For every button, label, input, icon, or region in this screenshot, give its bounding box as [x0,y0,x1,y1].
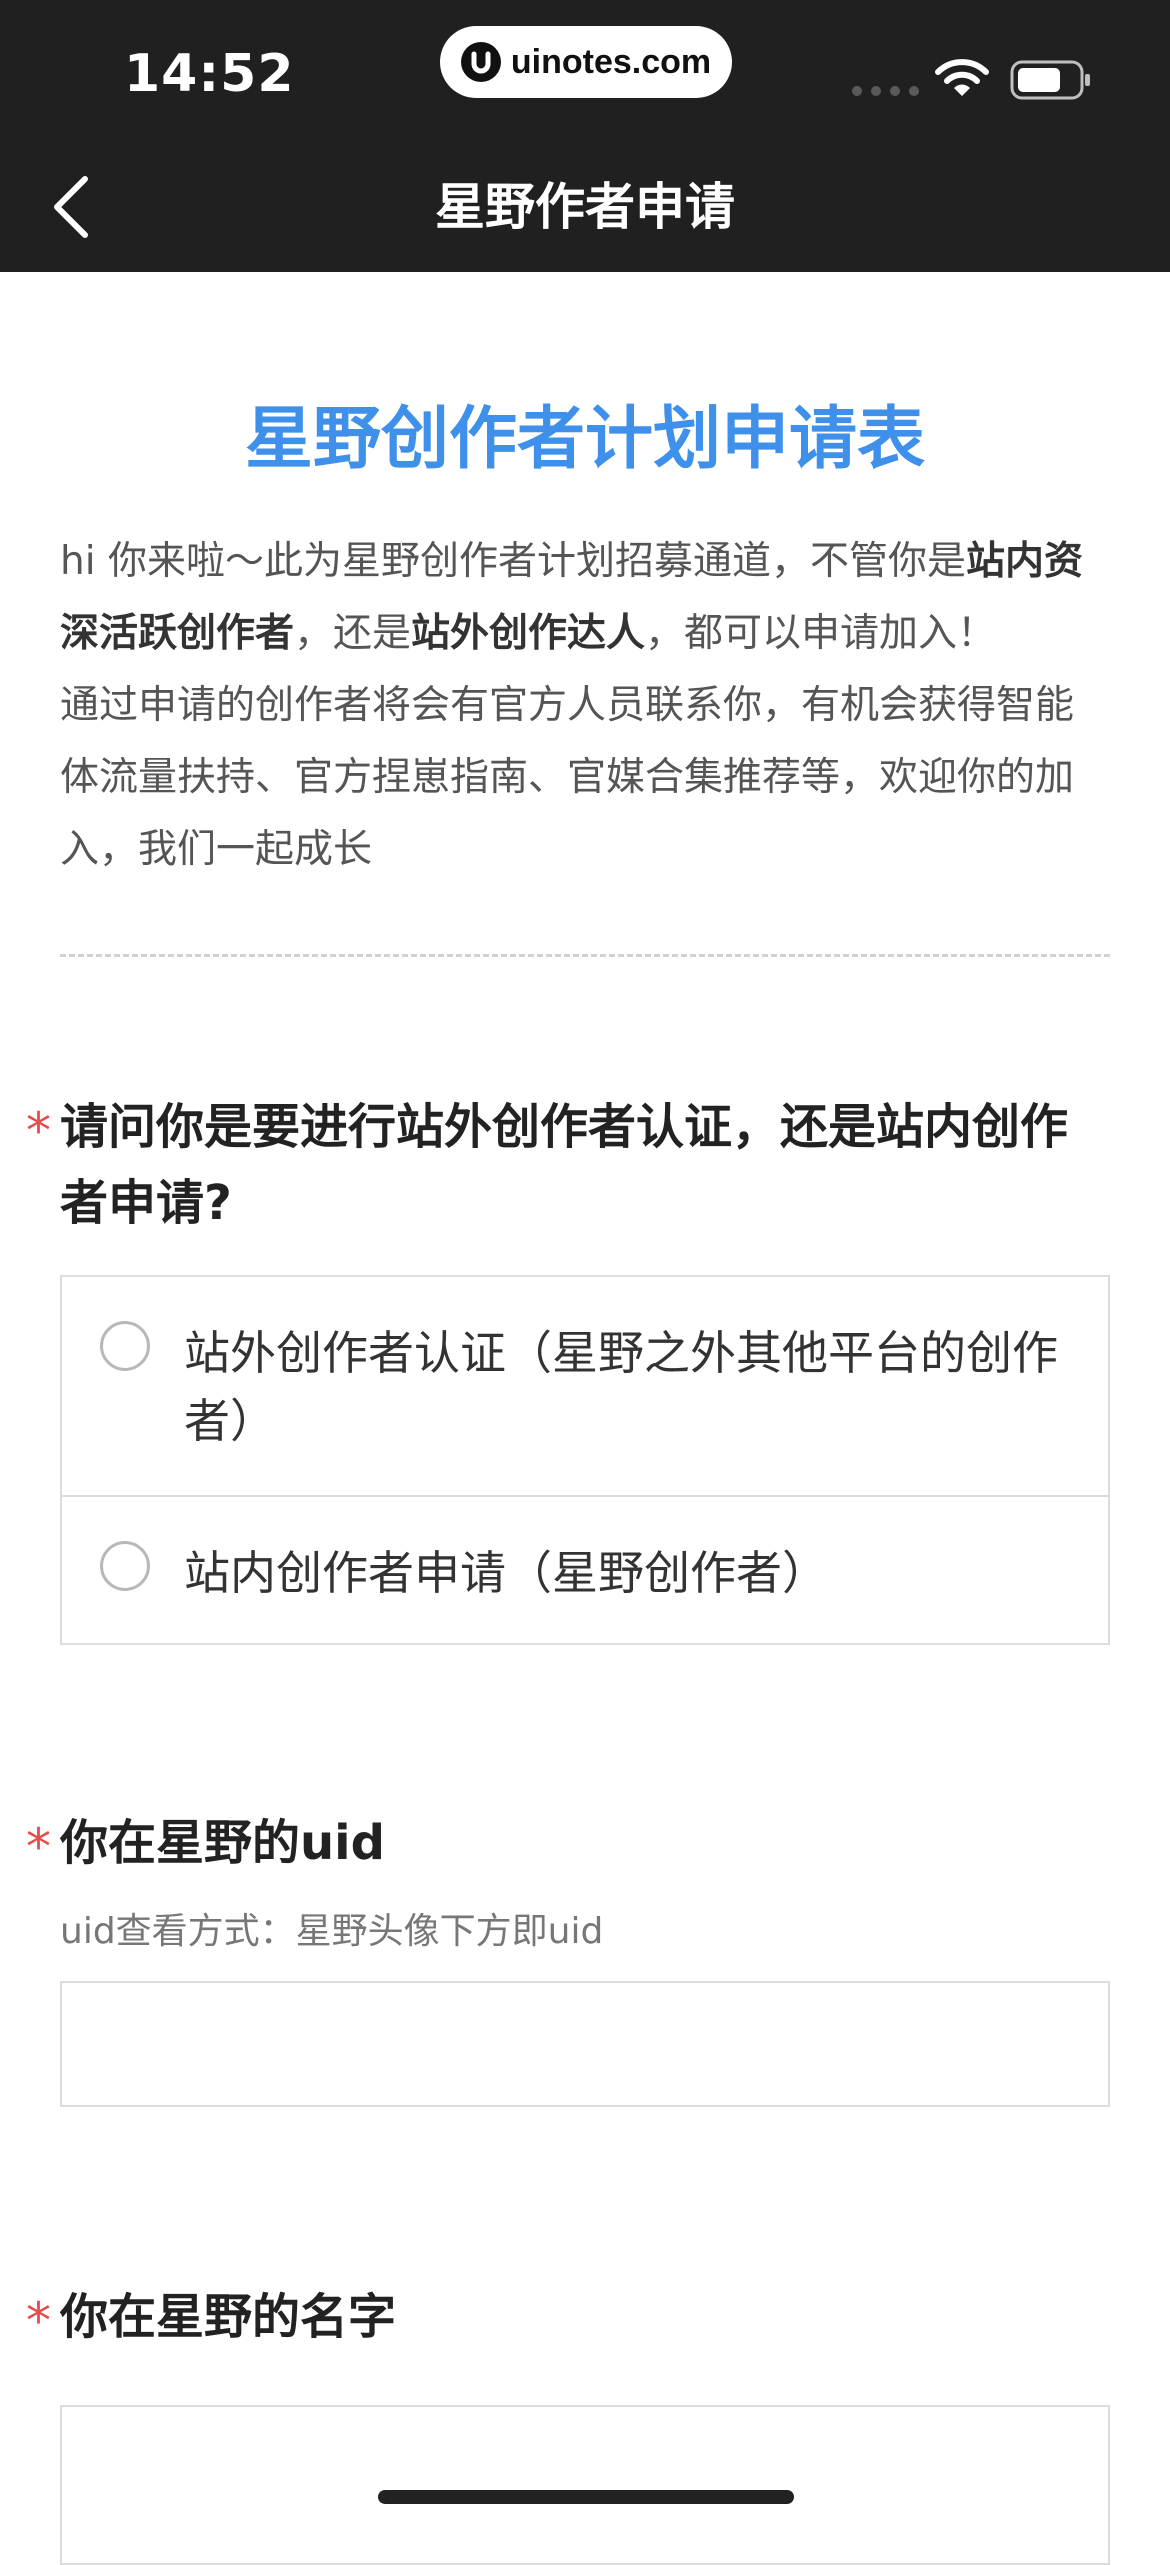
required-mark: * [26,1102,51,1160]
form-content: 星野创作者计划申请表 hi 你来啦～此为星野创作者计划招募通道，不管你是站内资深… [26,272,1110,2565]
form-title: 星野创作者计划申请表 [244,400,925,479]
url-text: uinotes.com [510,42,712,81]
battery-icon [1010,60,1092,104]
signal-icon [852,86,919,96]
top-bar: 14:52 uinotes.com 星野作者申请 [0,0,1170,272]
question-uid: * 你在星野的uid [26,1805,1110,1881]
question-label: 你在星野的uid [60,1815,385,1871]
page-title: 星野作者申请 [435,178,735,236]
option-internal-creator[interactable]: 站内创作者申请（星野创作者） [62,1495,1108,1643]
home-indicator [378,2490,794,2504]
option-label: 站外创作者认证（星野之外其他平台的创作者） [184,1326,1058,1448]
uid-hint: uid查看方式：星野头像下方即uid [60,1911,604,1952]
option-external-creator[interactable]: 站外创作者认证（星野之外其他平台的创作者） [62,1277,1108,1495]
option-label: 站内创作者申请（星野创作者） [184,1546,828,1600]
required-mark: * [26,2292,51,2350]
wifi-icon [934,56,990,104]
question-label: 你在星野的名字 [60,2289,397,2345]
uid-input[interactable] [60,1981,1110,2107]
radio-button[interactable] [100,1541,150,1591]
url-pill[interactable]: uinotes.com [440,26,732,98]
intro-text-part: ，都可以申请加入！ [645,611,997,656]
required-mark: * [26,1818,51,1876]
question-name: * 你在星野的名字 [26,2279,1110,2355]
question-label: 请问你是要进行站外创作者认证，还是站内创作者申请? [60,1099,1069,1231]
intro-paragraph-2: 通过申请的创作者将会有官方人员联系你，有机会获得智能体流量扶持、官方捏崽指南、官… [60,683,1075,872]
radio-button[interactable] [100,1321,150,1371]
name-input[interactable] [60,2405,1110,2565]
intro-paragraph-1: hi 你来啦～此为星野创作者计划招募通道，不管你是站内资深活跃创作者，还是站外创… [60,526,1110,670]
question-creator-type: * 请问你是要进行站外创作者认证，还是站内创作者申请? [26,1089,1110,1241]
intro-text-part: hi 你来啦～此为星野创作者计划招募通道，不管你是 [60,539,966,584]
back-button[interactable] [46,172,96,242]
intro-bold-outsiders: 站外创作达人 [411,611,646,656]
chevron-left-icon [54,176,88,238]
dashed-divider [60,954,1110,957]
intro-text: hi 你来啦～此为星野创作者计划招募通道，不管你是站内资深活跃创作者，还是站外创… [60,526,1110,886]
intro-text-part: ，还是 [294,611,412,656]
status-time: 14:52 [124,44,295,104]
site-logo-icon [460,42,501,82]
creator-type-options: 站外创作者认证（星野之外其他平台的创作者） 站内创作者申请（星野创作者） [60,1275,1110,1645]
